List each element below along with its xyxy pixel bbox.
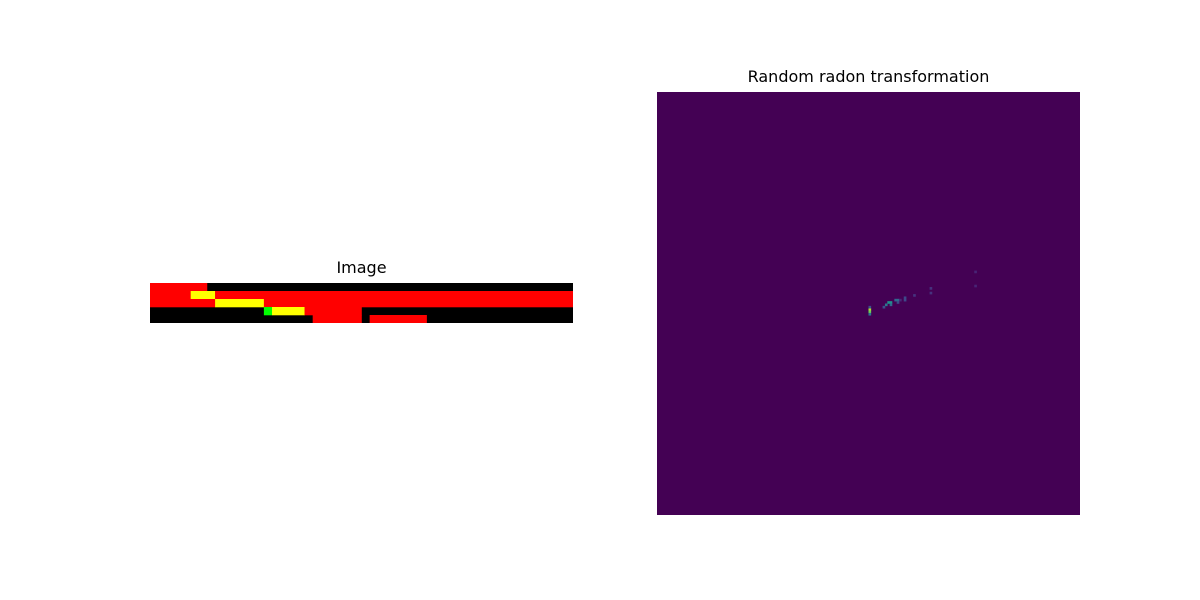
- heatmap-background: [657, 92, 1080, 515]
- heatmap-cell: [913, 294, 916, 297]
- heatmap-cell: [868, 312, 872, 316]
- heatmap-cell: [974, 270, 977, 274]
- heatmap-cell: [150, 291, 191, 300]
- heatmap-cell: [903, 298, 907, 302]
- radon-heatmap: [657, 92, 1080, 515]
- image-heatmap: [150, 283, 573, 323]
- heatmap-cell: [263, 299, 573, 308]
- heatmap-cell: [868, 305, 872, 309]
- heatmap-cell: [190, 291, 216, 300]
- heatmap-cell: [263, 307, 273, 316]
- heatmap-cell: [868, 308, 872, 311]
- heatmap-cell: [369, 315, 427, 323]
- heatmap-cell: [894, 298, 900, 302]
- heatmap-cell: [150, 299, 216, 308]
- heatmap-cell: [304, 307, 362, 316]
- heatmap-cell: [974, 284, 977, 288]
- heatmap-cell: [882, 305, 886, 309]
- image-panel-title: Image: [336, 258, 387, 277]
- heatmap-cell: [887, 301, 893, 304]
- heatmap-cell: [903, 296, 907, 300]
- radon-panel-title: Random radon transformation: [747, 67, 990, 86]
- heatmap-cell: [215, 291, 573, 300]
- heatmap-cell: [215, 299, 265, 308]
- heatmap-cell: [150, 283, 208, 292]
- heatmap-cell: [896, 301, 900, 304]
- heatmap-cell: [868, 310, 872, 314]
- heatmap-cell: [312, 315, 362, 323]
- heatmap-cell: [929, 287, 933, 290]
- heatmap-cell: [884, 303, 888, 307]
- heatmap-cell: [929, 291, 933, 295]
- heatmap-cell: [272, 307, 305, 316]
- heatmap-cell: [899, 298, 902, 302]
- heatmap-cell: [889, 303, 893, 307]
